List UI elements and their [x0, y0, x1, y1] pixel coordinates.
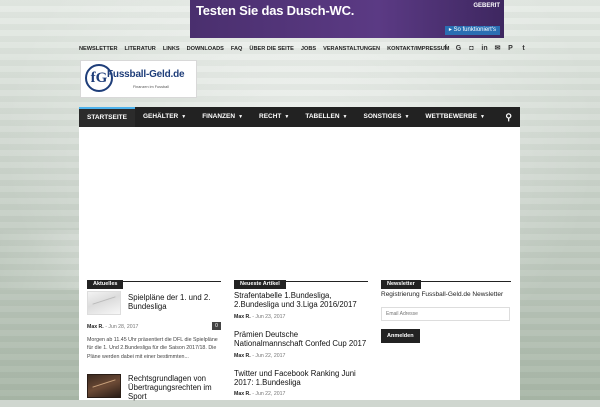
- block-title: Aktuelles: [87, 272, 221, 289]
- post-meta: Max R. - Jun 22, 2017: [234, 352, 286, 359]
- social-icons: f G ◘ in ✉ P t: [442, 44, 533, 54]
- post-title[interactable]: Rechtsgrundlagen von Übertragungsrechten…: [128, 374, 221, 402]
- post-excerpt: Morgen ab 11.45 Uhr präsentiert die DFL …: [87, 336, 218, 360]
- chevron-down-icon: ▼: [342, 114, 348, 120]
- list-item[interactable]: Prämien Deutsche Nationalmannschaft Conf…: [234, 330, 368, 361]
- newsletter-text: Registrierung Fussball-Geld.de Newslette…: [381, 291, 504, 298]
- topnav-ueber-die-seite[interactable]: ÜBER DIE SEITE: [249, 44, 293, 54]
- comment-count-badge[interactable]: 0: [212, 321, 221, 330]
- topnav-downloads[interactable]: DOWNLOADS: [187, 44, 224, 54]
- topnav-newsletter[interactable]: NEWSLETTER: [79, 44, 118, 54]
- post-meta: Max R. - Jun 28, 2017 0: [87, 321, 221, 332]
- top-navigation: NEWSLETTER LITERATUR LINKS DOWNLOADS FAQ…: [79, 44, 456, 54]
- post-date: Jun 22, 2017: [255, 352, 286, 359]
- logo-title: Fussball-Geld.de: [107, 69, 185, 80]
- post-title[interactable]: Prämien Deutsche Nationalmannschaft Conf…: [234, 330, 368, 349]
- topnav-literatur[interactable]: LITERATUR: [125, 44, 156, 54]
- chevron-down-icon: ▼: [404, 114, 410, 120]
- chevron-down-icon: ▼: [181, 114, 187, 120]
- nav-sonstiges[interactable]: SONSTIGES ▼: [356, 107, 418, 127]
- post-date: Jun 23, 2017: [255, 313, 286, 320]
- facebook-icon[interactable]: f: [442, 44, 449, 54]
- topnav-faq[interactable]: FAQ: [231, 44, 243, 54]
- chevron-down-icon: ▼: [480, 114, 485, 120]
- email-field[interactable]: [381, 306, 510, 321]
- pinterest-icon[interactable]: P: [507, 44, 514, 54]
- list-item[interactable]: Twitter und Facebook Ranking Juni 2017: …: [234, 369, 368, 400]
- topnav-kontakt-impressum[interactable]: KONTAKT/IMPRESSUM: [387, 44, 449, 54]
- logo-subtitle: Finanzen im Fussball: [133, 85, 169, 89]
- post-thumbnail[interactable]: [87, 373, 121, 398]
- topnav-veranstaltungen[interactable]: VERANSTALTUNGEN: [323, 44, 380, 54]
- post-thumbnail[interactable]: [87, 291, 121, 315]
- ad-brand-logo: GEBERIT: [473, 3, 500, 9]
- post-date: Jun 22, 2017: [255, 391, 286, 398]
- post-meta: Max R. - Jun 22, 2017: [234, 391, 286, 398]
- topnav-jobs[interactable]: JOBS: [301, 44, 316, 54]
- nav-tabellen[interactable]: TABELLEN ▼: [297, 107, 355, 127]
- chevron-down-icon: ▼: [284, 114, 290, 120]
- block-newsletter: Newsletter Registrierung Fussball-Geld.d…: [381, 272, 511, 343]
- block-aktuelles: Aktuelles Spielpläne der 1. und 2. Bunde…: [87, 272, 221, 402]
- block-title: Newsletter: [381, 272, 511, 289]
- nav-wettbewerbe[interactable]: WETTBEWERBE ▼: [417, 107, 493, 127]
- block-title: Neueste Artikel: [234, 272, 368, 289]
- instagram-icon[interactable]: ◘: [468, 44, 475, 54]
- list-item[interactable]: Strafentabelle 1.Bundesliga, 2.Bundeslig…: [234, 291, 368, 322]
- post-title[interactable]: Strafentabelle 1.Bundesliga, 2.Bundeslig…: [234, 291, 368, 310]
- linkedin-icon[interactable]: in: [481, 44, 488, 54]
- nav-gehaelter[interactable]: GEHÄLTER ▼: [135, 107, 194, 127]
- post-title[interactable]: Twitter und Facebook Ranking Juni 2017: …: [234, 369, 368, 388]
- post-author[interactable]: Max R.: [234, 314, 251, 320]
- nav-startseite[interactable]: STARTSEITE: [79, 107, 135, 127]
- ad-banner[interactable]: Testen Sie das Dusch-WC. GEBERIT ▸ So fu…: [190, 0, 504, 38]
- nav-finanzen[interactable]: FINANZEN ▼: [194, 107, 251, 127]
- block-neueste-artikel: Neueste Artikel Strafentabelle 1.Bundesl…: [234, 272, 368, 407]
- search-icon[interactable]: ⚲: [505, 107, 512, 127]
- chevron-down-icon: ▼: [238, 114, 244, 120]
- site-logo[interactable]: fG Fussball-Geld.de Finanzen im Fussball: [80, 60, 197, 98]
- post-meta: Max R. - Jun 23, 2017: [234, 313, 286, 320]
- post-date: Jun 28, 2017: [108, 323, 139, 330]
- list-item[interactable]: Spielpläne der 1. und 2. Bundesliga Max …: [87, 291, 221, 362]
- subscribe-button[interactable]: Anmelden: [381, 328, 420, 343]
- content-placeholder: [79, 127, 520, 264]
- mail-icon[interactable]: ✉: [494, 44, 501, 54]
- post-author[interactable]: Max R.: [234, 353, 251, 359]
- post-author[interactable]: Max R.: [87, 324, 104, 330]
- list-item[interactable]: Rechtsgrundlagen von Übertragungsrechten…: [87, 373, 221, 402]
- topnav-links[interactable]: LINKS: [163, 44, 180, 54]
- google-plus-icon[interactable]: G: [455, 44, 462, 54]
- post-author[interactable]: Max R.: [234, 391, 251, 397]
- post-title[interactable]: Spielpläne der 1. und 2. Bundesliga: [128, 291, 221, 312]
- ad-cta-button[interactable]: ▸ So funktioniert's: [444, 26, 500, 35]
- ad-headline: Testen Sie das Dusch-WC.: [196, 3, 355, 18]
- nav-recht[interactable]: RECHT ▼: [251, 107, 297, 127]
- main-navigation: STARTSEITE GEHÄLTER ▼ FINANZEN ▼ RECHT ▼ TA…: [79, 107, 520, 127]
- twitter-icon[interactable]: t: [520, 44, 527, 54]
- main-content: Aktuelles Spielpläne der 1. und 2. Bunde…: [79, 127, 520, 402]
